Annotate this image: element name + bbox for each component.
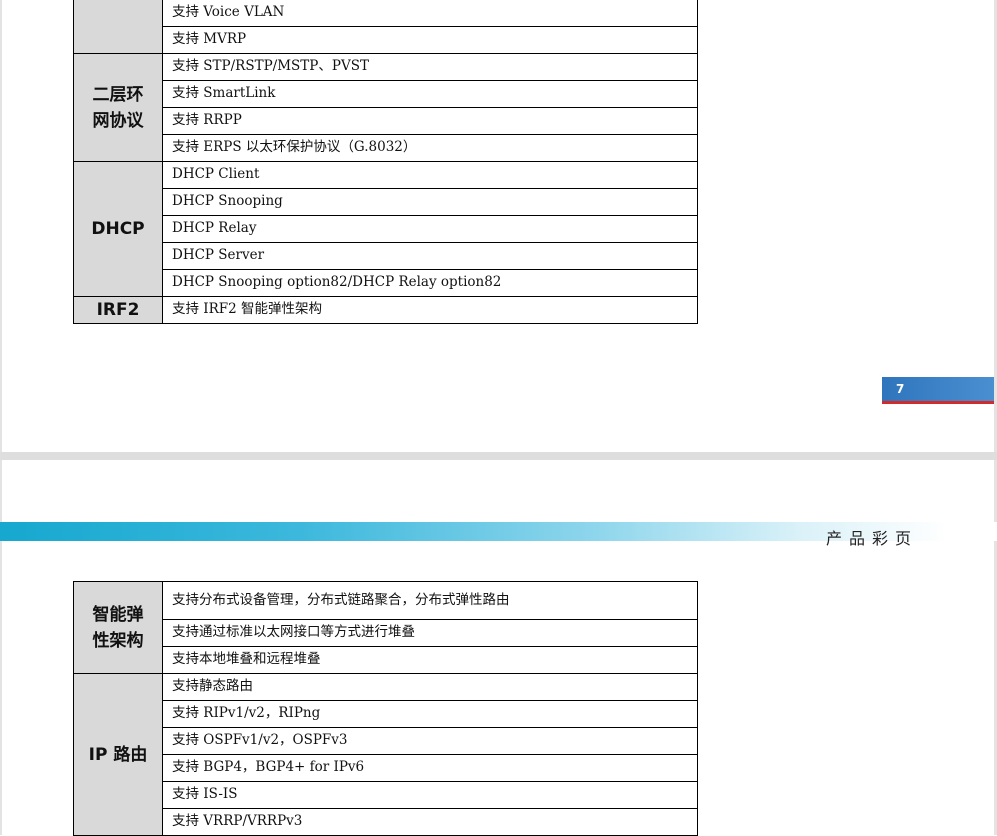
- table-row: IP 路由 支持静态路由: [73, 673, 698, 836]
- page-edge-left: [0, 0, 2, 452]
- feature-cell: 支持 IS-IS: [162, 781, 698, 809]
- table-row: DHCP Snooping option82/DHCP Relay option…: [74, 269, 698, 297]
- feature-cell: 支持 IRF2 智能弹性架构: [162, 296, 698, 324]
- table-row: 二层环网协议 支持 STP/RSTP/MSTP、PVST: [73, 53, 698, 162]
- feature-cell: 支持 Voice VLAN: [162, 0, 698, 27]
- category-label: 二层环网协议: [92, 84, 144, 131]
- table-row: 支持 OSPFv1/v2，OSPFv3: [74, 727, 698, 755]
- category-label: 智能弹性架构: [92, 604, 144, 651]
- feature-cell: 支持 SmartLink: [162, 80, 698, 108]
- category-cell-irf2: IRF2: [73, 296, 163, 324]
- spec-table-top: 支持 Voice VLAN 支持 MVRP 二层环网协议 支持 STP/RSTP…: [73, 0, 698, 324]
- table-row: 智能弹性架构 支持分布式设备管理，分布式链路聚合，分布式弹性路由: [73, 581, 698, 674]
- table-row: 支持 RIPv1/v2，RIPng: [74, 700, 698, 728]
- feature-cell: 支持 VRRP/VRRPv3: [162, 808, 698, 836]
- header-title: 产品彩页: [826, 529, 919, 548]
- feature-cell: DHCP Snooping: [162, 188, 698, 216]
- page-separator: [0, 452, 997, 460]
- feature-cell: 支持 RIPv1/v2，RIPng: [162, 700, 698, 728]
- feature-cell: 支持分布式设备管理，分布式链路聚合，分布式弹性路由: [162, 581, 698, 620]
- feature-cell: DHCP Server: [162, 242, 698, 270]
- table-row: 支持 IS-IS: [74, 781, 698, 809]
- table-row: DHCP Server: [74, 242, 698, 270]
- feature-cell: 支持 MVRP: [162, 26, 698, 54]
- feature-cell: 支持 RRPP: [162, 107, 698, 135]
- category-cell-dhcp: DHCP: [73, 161, 163, 297]
- category-cell-l2-ring-protocol: 二层环网协议: [73, 53, 163, 162]
- category-cell-irf-architecture: 智能弹性架构: [73, 581, 163, 674]
- page-number-tab: 7: [882, 377, 994, 401]
- feature-cell: 支持本地堆叠和远程堆叠: [162, 646, 698, 674]
- table-row: DHCP Snooping: [74, 188, 698, 216]
- page-number-underline: [882, 401, 994, 404]
- document-page-top: 支持 Voice VLAN 支持 MVRP 二层环网协议 支持 STP/RSTP…: [0, 0, 997, 452]
- feature-cell: 支持静态路由: [162, 673, 698, 701]
- table-row: 支持 RRPP: [74, 107, 698, 135]
- table-row: 支持 Voice VLAN: [73, 0, 698, 54]
- table-row: IRF2 支持 IRF2 智能弹性架构: [73, 296, 698, 324]
- feature-cell: DHCP Snooping option82/DHCP Relay option…: [162, 269, 698, 297]
- feature-cell: 支持 STP/RSTP/MSTP、PVST: [162, 53, 698, 81]
- page-edge-left: [0, 460, 2, 835]
- feature-cell: 支持 BGP4，BGP4+ for IPv6: [162, 754, 698, 782]
- table-row: 支持 VRRP/VRRPv3: [74, 808, 698, 836]
- table-row: DHCP DHCP Client: [73, 161, 698, 297]
- spec-table-bottom: 智能弹性架构 支持分布式设备管理，分布式链路聚合，分布式弹性路由 支持通过标准以…: [73, 581, 698, 836]
- feature-cell: 支持 ERPS 以太环保护协议（G.8032）: [162, 134, 698, 162]
- feature-cell: DHCP Client: [162, 161, 698, 189]
- table-row: 支持 BGP4，BGP4+ for IPv6: [74, 754, 698, 782]
- category-cell: [73, 0, 163, 54]
- table-row: 支持 ERPS 以太环保护协议（G.8032）: [74, 134, 698, 162]
- feature-cell: 支持通过标准以太网接口等方式进行堆叠: [162, 619, 698, 647]
- feature-cell: DHCP Relay: [162, 215, 698, 243]
- table-row: DHCP Relay: [74, 215, 698, 243]
- category-cell-ip-routing: IP 路由: [73, 673, 163, 836]
- feature-cell: 支持 OSPFv1/v2，OSPFv3: [162, 727, 698, 755]
- table-row: 支持 MVRP: [74, 26, 698, 54]
- table-row: 支持 SmartLink: [74, 80, 698, 108]
- table-row: 支持本地堆叠和远程堆叠: [74, 646, 698, 674]
- table-row: 支持通过标准以太网接口等方式进行堆叠: [74, 619, 698, 647]
